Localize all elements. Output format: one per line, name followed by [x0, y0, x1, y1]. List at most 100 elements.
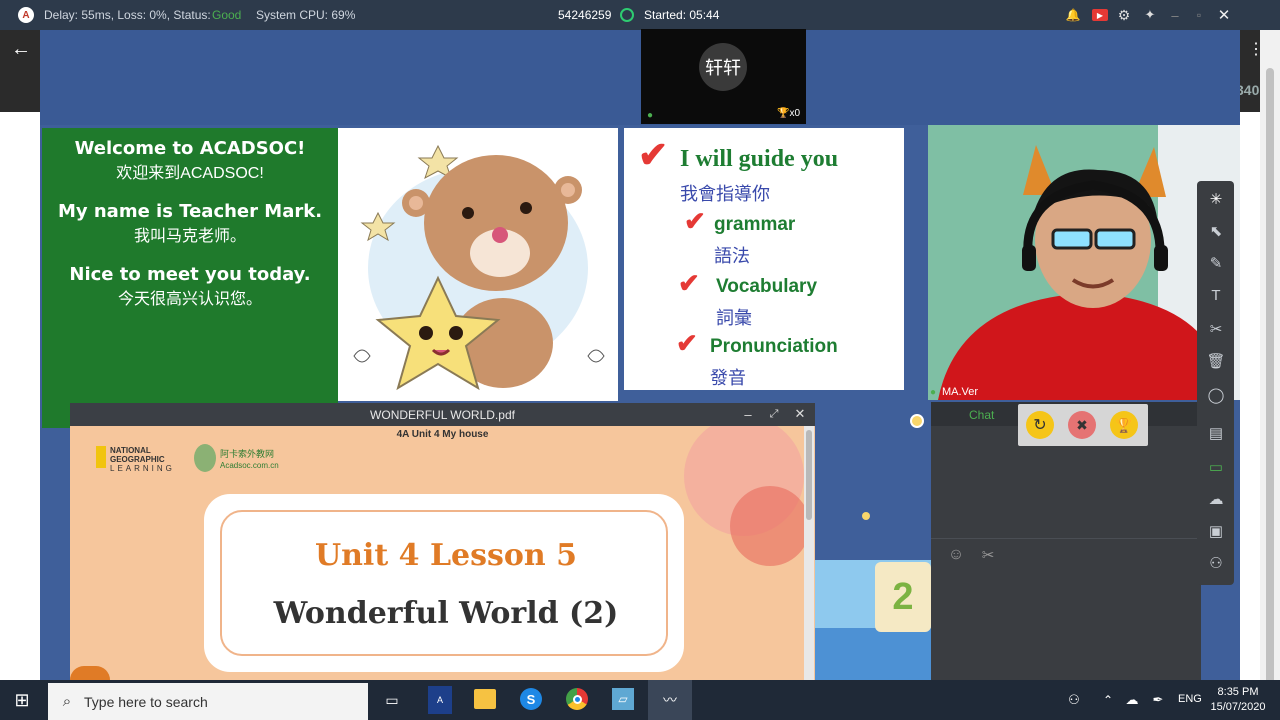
- mic-icon: ●: [930, 387, 937, 398]
- cpu-text: System CPU: 69%: [256, 8, 356, 22]
- page-scrollbar[interactable]: [1260, 30, 1280, 698]
- acadsoc-app-icon[interactable]: A: [428, 686, 452, 714]
- student-strip: [40, 30, 1240, 125]
- teacher-video: ● MA.Ver: [928, 125, 1240, 400]
- greeting-en: Nice to meet you today.: [69, 264, 311, 285]
- chat-bubble-icon[interactable]: ▭: [1204, 455, 1228, 479]
- teacher-name: MA.Ver: [942, 386, 979, 398]
- pen-icon[interactable]: ✎: [1204, 251, 1228, 275]
- student-camera: 轩轩 ● 🏆x0: [641, 29, 806, 124]
- emoji-icon[interactable]: ☺: [947, 546, 965, 564]
- reward-controls: ↻ ✖ 🏆: [1018, 404, 1148, 446]
- minimize-icon[interactable]: –: [1168, 7, 1182, 23]
- item-pronunciation-cn: 發音: [710, 368, 746, 388]
- pdf-page: 4A Unit 4 My house NATIONAL GEOGRAPHIC L…: [70, 416, 815, 680]
- chat-divider: [931, 538, 1201, 539]
- started-time: Started: 05:44: [644, 8, 720, 22]
- video-record-icon[interactable]: ▶: [1092, 9, 1108, 21]
- windows-start-icon[interactable]: ⊞: [12, 690, 32, 710]
- check-icon: ✔: [676, 328, 698, 358]
- item-pronunciation: Pronunciation: [710, 336, 838, 357]
- welcome-cn: 欢迎来到ACADSOC!: [116, 165, 264, 182]
- lesson-title: Unit 4 Lesson 5: [314, 538, 578, 573]
- pdf-minimize-icon[interactable]: –: [740, 406, 756, 422]
- close-icon[interactable]: ✕: [1216, 6, 1232, 24]
- move-icon[interactable]: ⬉: [1204, 219, 1228, 243]
- back-arrow-icon[interactable]: ←: [10, 38, 32, 60]
- gear-icon[interactable]: ⚙: [1116, 7, 1132, 23]
- chat-tab[interactable]: Chat: [969, 408, 994, 422]
- trash-icon[interactable]: 🗑: [1204, 349, 1228, 373]
- number-block-icon: 2: [875, 562, 931, 632]
- welcome-en: Welcome to ACADSOC!: [74, 138, 306, 159]
- clock[interactable]: 8:35 PM 15/07/2020: [1210, 685, 1266, 715]
- student-name: 轩轩: [705, 58, 741, 79]
- chevron-up-icon[interactable]: ⌃: [1100, 690, 1116, 710]
- chrome-icon[interactable]: [566, 688, 588, 710]
- bear-image: [353, 144, 605, 391]
- lesson-card-inner: Unit 4 Lesson 5 Wonderful World (2): [220, 510, 668, 656]
- taskbar-search[interactable]: ⌕ Type here to search: [48, 683, 368, 720]
- eraser-icon[interactable]: ◯: [1204, 383, 1228, 407]
- text-icon[interactable]: T: [1204, 283, 1228, 307]
- bell-icon[interactable]: 🔔: [1066, 8, 1081, 22]
- active-app-icon[interactable]: 〰: [648, 680, 692, 720]
- users-icon[interactable]: ⚇: [1204, 551, 1228, 575]
- name-en: My name is Teacher Mark.: [57, 201, 323, 222]
- pin-icon[interactable]: ✦: [1142, 7, 1158, 23]
- language-indicator[interactable]: ENG: [1178, 693, 1202, 705]
- pdf-close-icon[interactable]: ✕: [792, 406, 808, 422]
- maximize-icon[interactable]: ▫: [1192, 7, 1206, 23]
- item-grammar: grammar: [714, 214, 796, 235]
- teacher-image: [928, 125, 1240, 400]
- skype-icon[interactable]: S: [520, 688, 542, 710]
- item-vocabulary-cn: 詞彙: [716, 308, 752, 328]
- coin-icon: [862, 512, 870, 520]
- brand1-line2: GEOGRAPHIC: [110, 455, 165, 464]
- natgeo-brand: NATIONAL GEOGRAPHIC LEARNING: [110, 446, 175, 473]
- water-band: [815, 628, 931, 680]
- onedrive-icon[interactable]: ☁: [1122, 690, 1142, 710]
- guide-title: I will guide you: [680, 146, 839, 172]
- clock-icon: [620, 8, 634, 22]
- trophy-icon[interactable]: 🏆: [1110, 411, 1138, 439]
- pdf-scroll-thumb[interactable]: [806, 430, 812, 520]
- decor-shape: [70, 666, 110, 680]
- pdf-titlebar[interactable]: WONDERFUL WORLD.pdf – ⤢ ✕: [70, 403, 815, 426]
- classroom-status-bar: A Delay: 55ms, Loss: 0%, Status: Good Sy…: [0, 0, 1280, 30]
- scissors-icon[interactable]: ✂: [1204, 317, 1228, 341]
- brand2-line1: 阿卡索外教网: [220, 449, 275, 459]
- pen-icon[interactable]: ✒: [1148, 690, 1168, 710]
- check-icon: ✔: [684, 206, 706, 236]
- pdf-viewer: 4A Unit 4 My house NATIONAL GEOGRAPHIC L…: [70, 403, 815, 680]
- delay-text: Delay: 55ms, Loss: 0%, Status:: [44, 8, 211, 22]
- search-icon: ⌕: [62, 692, 72, 710]
- screen: A Delay: 55ms, Loss: 0%, Status: Good Sy…: [0, 0, 1280, 720]
- pdf-expand-icon[interactable]: ⤢: [766, 406, 782, 422]
- search-placeholder: Type here to search: [84, 694, 208, 710]
- toolbox-icon[interactable]: ▣: [1204, 519, 1228, 543]
- trophy-count-text: x0: [789, 108, 801, 119]
- scissors-icon[interactable]: ✂: [979, 546, 997, 564]
- pdf-scrollbar[interactable]: [804, 426, 814, 680]
- app-icon[interactable]: ▱: [612, 688, 634, 710]
- check-icon: ✔: [678, 268, 700, 298]
- pointer-icon[interactable]: ✳: [1204, 187, 1228, 211]
- brand1-line3: LEARNING: [110, 464, 175, 473]
- file-explorer-icon[interactable]: [474, 689, 496, 709]
- task-view-icon[interactable]: ▭: [382, 690, 402, 710]
- cloud-icon[interactable]: ☁: [1204, 487, 1228, 511]
- trophy-count: 🏆x0: [777, 108, 800, 119]
- scroll-thumb[interactable]: [1266, 68, 1274, 698]
- acadsoc-brand: 阿卡索外教网 Acadsoc.com.cn: [220, 448, 279, 472]
- guide-slide: ✔ I will guide you 我會指導你 ✔ grammar 語法 ✔ …: [624, 128, 904, 390]
- stage-decoration: 2: [815, 560, 931, 680]
- status-good-text: Good: [212, 8, 242, 22]
- refresh-icon[interactable]: ↻: [1026, 411, 1054, 439]
- guide-title-cn: 我會指導你: [680, 184, 770, 204]
- whiteboard-toolbar: ✳ ⬉ ✎ T ✂ 🗑 ◯ ▤ ▭ ☁ ▣ ⚇: [1197, 181, 1234, 585]
- notes-icon[interactable]: ▤: [1204, 421, 1228, 445]
- item-vocabulary: Vocabulary: [716, 276, 818, 297]
- mute-icon[interactable]: ✖: [1068, 411, 1096, 439]
- people-icon[interactable]: ⚇: [1064, 690, 1084, 710]
